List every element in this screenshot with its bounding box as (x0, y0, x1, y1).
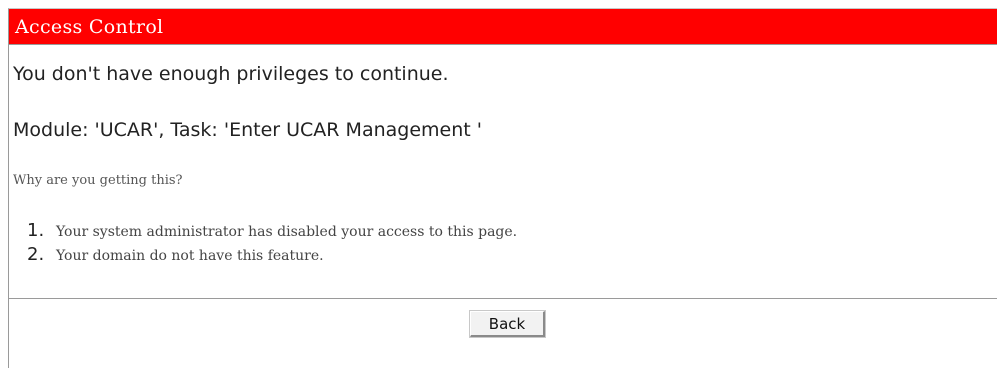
list-item: 1. Your system administrator has disabled… (27, 219, 517, 243)
list-item-text: Your domain do not have this feature. (56, 248, 324, 264)
message-area: You don't have enough privileges to cont… (9, 45, 997, 299)
list-item-number: 2. (27, 244, 45, 265)
list-item-number: 1. (27, 220, 45, 241)
page-title: Access Control (9, 9, 997, 45)
privileges-message: You don't have enough privileges to cont… (13, 63, 449, 85)
list-item: 2. Your domain do not have this feature. (27, 243, 517, 267)
action-bar: Back (9, 299, 997, 369)
reasons-list: 1. Your system administrator has disabled… (27, 219, 517, 267)
back-button[interactable]: Back (469, 310, 546, 338)
list-item-text: Your system administrator has disabled y… (56, 224, 518, 240)
access-control-panel: Access Control You don't have enough pri… (8, 8, 997, 368)
why-question: Why are you getting this? (13, 173, 183, 188)
module-task-message: Module: 'UCAR', Task: 'Enter UCAR Manage… (13, 119, 482, 141)
